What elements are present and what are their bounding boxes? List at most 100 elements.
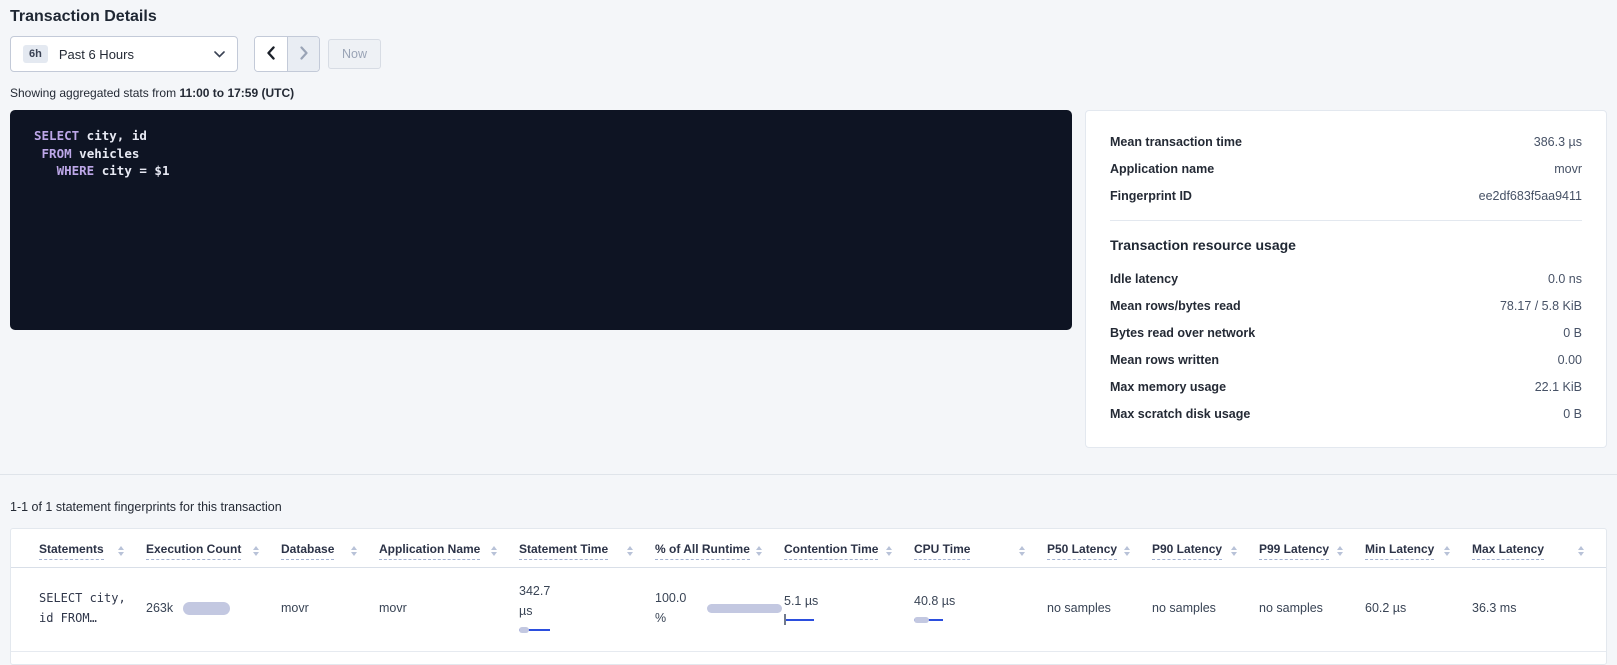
resource-row-value: 0 B	[1563, 326, 1582, 340]
resource-row: Max memory usage 22.1 KiB	[1110, 373, 1582, 400]
resource-usage-heading: Transaction resource usage	[1110, 237, 1582, 253]
statement-time-value: 342.7 µs	[519, 581, 563, 621]
min-latency-value: 60.2 µs	[1365, 601, 1406, 615]
statement-fingerprint-link[interactable]: SELECT city, id FROM…	[39, 588, 146, 628]
sql-keyword: WHERE	[34, 163, 94, 178]
summary-row: Fingerprint ID ee2df683f5aa9411	[1110, 182, 1582, 209]
time-range-dropdown[interactable]: 6h Past 6 Hours	[10, 36, 238, 72]
statements-section: 1-1 of 1 statement fingerprints for this…	[0, 475, 1617, 665]
contention-time-value: 5.1 µs	[784, 591, 914, 611]
sort-icon	[1578, 546, 1584, 556]
resource-row: Bytes read over network 0 B	[1110, 319, 1582, 346]
resource-row-value: 0 B	[1563, 407, 1582, 421]
chevron-left-icon	[266, 46, 276, 63]
application-name-value: movr	[379, 601, 407, 615]
sort-icon	[756, 546, 762, 556]
percent-runtime-bar	[707, 604, 782, 613]
resource-row-value: 78.17 / 5.8 KiB	[1500, 299, 1582, 313]
sort-icon	[1019, 546, 1025, 556]
chevron-down-icon	[214, 51, 225, 58]
resource-row-label: Bytes read over network	[1110, 326, 1255, 340]
database-value: movr	[281, 601, 309, 615]
column-header-database[interactable]: Database	[281, 542, 379, 560]
sort-icon	[253, 546, 259, 556]
summary-row: Mean transaction time 386.3 µs	[1110, 128, 1582, 155]
aggregated-stats-note: Showing aggregated stats from 11:00 to 1…	[10, 86, 1607, 100]
sort-icon	[1337, 546, 1343, 556]
summary-row-label: Mean transaction time	[1110, 135, 1242, 149]
contention-time-bar	[784, 615, 814, 625]
resource-row-label: Max memory usage	[1110, 380, 1226, 394]
execution-count-value: 263k	[146, 601, 173, 615]
sql-keyword: SELECT	[34, 128, 79, 143]
execution-count-cell: 263k	[146, 601, 281, 615]
statements-table: Statements Execution Count Database Appl…	[11, 529, 1606, 652]
column-header-min-latency[interactable]: Min Latency	[1365, 542, 1472, 560]
execution-count-bar	[183, 602, 230, 615]
resource-row: Max scratch disk usage 0 B	[1110, 400, 1582, 427]
next-range-button[interactable]	[287, 37, 319, 71]
column-header-cpu-time[interactable]: CPU Time	[914, 542, 1047, 560]
resource-row-value: 0.0 ns	[1548, 272, 1582, 286]
column-header-p50-latency[interactable]: P50 Latency	[1047, 542, 1152, 560]
resource-row-label: Mean rows written	[1110, 353, 1219, 367]
resource-row-label: Mean rows/bytes read	[1110, 299, 1241, 313]
transaction-summary-card: Mean transaction time 386.3 µs Applicati…	[1085, 110, 1607, 448]
resource-row-value: 0.00	[1558, 353, 1582, 367]
resource-row: Idle latency 0.0 ns	[1110, 265, 1582, 292]
resource-row-label: Idle latency	[1110, 272, 1178, 286]
transaction-details-page: Transaction Details 6h Past 6 Hours Now …	[0, 0, 1617, 448]
sort-icon	[351, 546, 357, 556]
chevron-right-icon	[299, 46, 309, 63]
column-header-execution-count[interactable]: Execution Count	[146, 542, 281, 560]
summary-divider	[1110, 220, 1582, 221]
sort-icon	[1231, 546, 1237, 556]
cpu-time-value: 40.8 µs	[914, 591, 958, 611]
sort-icon	[118, 546, 124, 556]
column-header-statements[interactable]: Statements	[39, 542, 146, 560]
resource-row: Mean rows written 0.00	[1110, 346, 1582, 373]
summary-row-label: Application name	[1110, 162, 1214, 176]
sort-icon	[1444, 546, 1450, 556]
column-header-application-name[interactable]: Application Name	[379, 542, 519, 560]
summary-row-label: Fingerprint ID	[1110, 189, 1192, 203]
p90-latency-value: no samples	[1152, 601, 1216, 615]
summary-row: Application name movr	[1110, 155, 1582, 182]
p99-latency-value: no samples	[1259, 601, 1323, 615]
resource-row-value: 22.1 KiB	[1535, 380, 1582, 394]
time-range-label: Past 6 Hours	[59, 47, 134, 62]
cpu-time-cell: 40.8 µs	[914, 591, 1047, 625]
sql-text: vehicles	[72, 146, 140, 161]
column-header-max-latency[interactable]: Max Latency	[1472, 542, 1606, 560]
summary-row-value: movr	[1554, 162, 1582, 176]
sql-text: city, id	[79, 128, 147, 143]
resource-row-label: Max scratch disk usage	[1110, 407, 1250, 421]
sort-icon	[491, 546, 497, 556]
time-toolbar: 6h Past 6 Hours Now	[10, 36, 1607, 72]
statement-row: SELECT city, id FROM… 263k movr movr 342…	[11, 568, 1606, 652]
column-header-contention-time[interactable]: Contention Time	[784, 542, 914, 560]
aggregated-stats-note-prefix: Showing aggregated stats from	[10, 86, 179, 100]
main-row: SELECT city, id FROM vehicles WHERE city…	[10, 110, 1607, 448]
sort-icon	[1124, 546, 1130, 556]
statement-time-cell: 342.7 µs	[519, 581, 655, 635]
now-button[interactable]: Now	[328, 39, 381, 69]
page-title: Transaction Details	[10, 8, 1607, 26]
sql-keyword: FROM	[34, 146, 72, 161]
summary-row-value: 386.3 µs	[1534, 135, 1582, 149]
contention-time-cell: 5.1 µs	[784, 591, 914, 625]
sql-statement-box: SELECT city, id FROM vehicles WHERE city…	[10, 110, 1072, 330]
prev-range-button[interactable]	[255, 37, 287, 71]
p50-latency-value: no samples	[1047, 601, 1111, 615]
column-header-p99-latency[interactable]: P99 Latency	[1259, 542, 1365, 560]
table-header-row: Statements Execution Count Database Appl…	[11, 529, 1606, 568]
column-header-p90-latency[interactable]: P90 Latency	[1152, 542, 1259, 560]
cpu-time-bar	[914, 615, 943, 625]
percent-runtime-value: 100.0 %	[655, 588, 695, 628]
column-header-percent-runtime[interactable]: % of All Runtime	[655, 542, 784, 560]
column-header-statement-time[interactable]: Statement Time	[519, 542, 655, 560]
statement-time-bar	[519, 625, 550, 635]
aggregated-stats-note-range: 11:00 to 17:59 (UTC)	[179, 86, 294, 100]
summary-row-value: ee2df683f5aa9411	[1479, 189, 1582, 203]
resource-row: Mean rows/bytes read 78.17 / 5.8 KiB	[1110, 292, 1582, 319]
